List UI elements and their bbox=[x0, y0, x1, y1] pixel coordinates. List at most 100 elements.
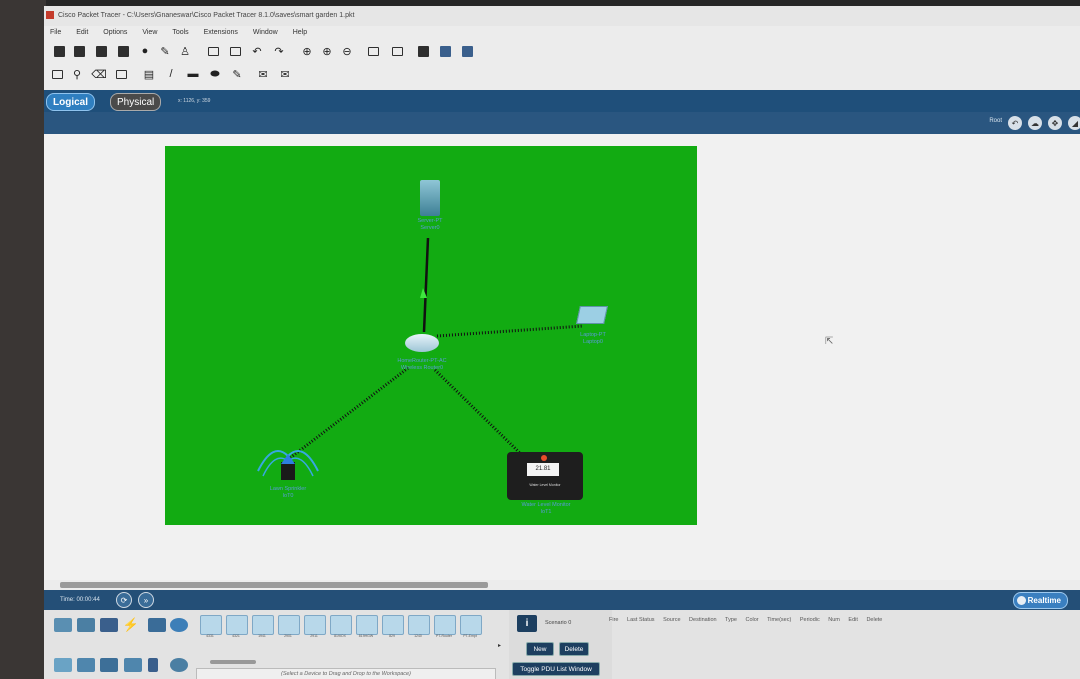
network-devices-icon[interactable] bbox=[54, 618, 72, 632]
menu-options[interactable]: Options bbox=[103, 29, 127, 36]
new-scenario-button[interactable]: New bbox=[526, 642, 554, 656]
zoom-in-icon[interactable]: ⊕ bbox=[300, 44, 314, 58]
wireless-router-icon[interactable] bbox=[405, 334, 439, 352]
wireless-devices-icon[interactable] bbox=[124, 658, 142, 672]
device-1941[interactable] bbox=[252, 615, 274, 635]
connections-icon[interactable]: ⚡ bbox=[123, 617, 139, 632]
components-icon[interactable] bbox=[100, 618, 118, 632]
zoom-reset-icon[interactable]: ⊕ bbox=[320, 44, 334, 58]
zoom-out-icon[interactable]: ⊖ bbox=[340, 44, 354, 58]
server-name: Server0 bbox=[420, 225, 440, 231]
activity-wizard-icon[interactable]: ● bbox=[138, 44, 152, 58]
save-icon[interactable] bbox=[94, 44, 108, 58]
toggle-pdu-list-button[interactable]: Toggle PDU List Window bbox=[512, 662, 600, 676]
new-cluster-icon[interactable]: ☁ bbox=[1028, 116, 1042, 130]
device-4321[interactable] bbox=[226, 615, 248, 635]
draw-rectangle-icon[interactable]: ▬ bbox=[186, 67, 200, 81]
router-label: HomeRouter-PT-AC Wireless Router0 bbox=[383, 358, 461, 372]
back-icon[interactable]: ↶ bbox=[1008, 116, 1022, 130]
miscellaneous-icon[interactable] bbox=[148, 618, 166, 632]
device-2901[interactable] bbox=[278, 615, 300, 635]
wan-emulation-icon[interactable] bbox=[170, 658, 188, 672]
device-1240[interactable] bbox=[408, 615, 430, 635]
power-cycle-icon[interactable]: ⟳ bbox=[116, 592, 132, 608]
laptop-icon[interactable] bbox=[576, 306, 608, 324]
open-folder-icon[interactable] bbox=[72, 44, 86, 58]
copy-icon[interactable] bbox=[206, 44, 220, 58]
tab-logical[interactable]: Logical bbox=[46, 93, 96, 111]
viewport-icon[interactable] bbox=[438, 44, 452, 58]
new-file-icon[interactable] bbox=[52, 44, 66, 58]
undo-icon[interactable]: ↶ bbox=[250, 44, 264, 58]
pdu-col-destination: Destination bbox=[689, 617, 717, 623]
device-pt-empty[interactable] bbox=[460, 615, 482, 635]
scenario-select[interactable]: Scenario 0 bbox=[545, 620, 571, 626]
add-complex-pdu-icon[interactable]: ✉ bbox=[278, 67, 292, 81]
select-icon[interactable] bbox=[50, 67, 64, 81]
device-2911[interactable] bbox=[304, 615, 326, 635]
pdu-col-fire: Fire bbox=[609, 617, 619, 623]
time-bar: Time: 00:00:44 ⟳ » Realtime bbox=[44, 590, 1080, 610]
lawn-sprinkler-icon[interactable] bbox=[253, 436, 323, 486]
realtime-mode-button[interactable]: Realtime bbox=[1012, 592, 1068, 609]
hubs-icon[interactable] bbox=[100, 658, 118, 672]
custom-device-dialog-icon[interactable] bbox=[390, 44, 404, 58]
realtime-icon bbox=[1016, 596, 1026, 605]
tab-logical-label: Logical bbox=[53, 96, 89, 108]
draw-line-icon[interactable]: / bbox=[164, 67, 178, 81]
security-icon[interactable] bbox=[148, 658, 158, 672]
resize-shape-icon[interactable] bbox=[114, 67, 128, 81]
place-note-icon[interactable]: ▤ bbox=[142, 67, 156, 81]
workspace-background: Server-PT Server0 HomeRouter-PT-AC Wirel… bbox=[165, 146, 697, 525]
device-2911-label: 2911 bbox=[310, 634, 318, 638]
server-icon[interactable] bbox=[420, 180, 440, 216]
custom-device-icon[interactable]: ♙ bbox=[178, 44, 192, 58]
end-devices-icon[interactable] bbox=[77, 618, 95, 632]
palette-expand-icon[interactable]: ▸ bbox=[498, 642, 501, 649]
info-icon[interactable]: i bbox=[517, 615, 537, 632]
switches-icon[interactable] bbox=[77, 658, 95, 672]
drawing-palette-icon[interactable] bbox=[366, 44, 380, 58]
horizontal-scrollbar[interactable] bbox=[60, 582, 488, 588]
routers-icon[interactable] bbox=[54, 658, 72, 672]
device-4331[interactable] bbox=[200, 615, 222, 635]
move-object-icon[interactable]: ✥ bbox=[1048, 116, 1062, 130]
device-2901-label: 2901 bbox=[284, 634, 292, 638]
menu-file[interactable]: File bbox=[50, 29, 61, 36]
freeform-icon[interactable]: ✎ bbox=[230, 67, 244, 81]
water-level-monitor-icon[interactable]: 21.81 Water Level Monitor bbox=[507, 452, 583, 500]
fast-forward-icon[interactable]: » bbox=[138, 592, 154, 608]
device-1941-label: 1941 bbox=[258, 634, 266, 638]
tab-physical[interactable]: Physical bbox=[110, 93, 162, 111]
print-icon[interactable] bbox=[116, 44, 130, 58]
menu-view[interactable]: View bbox=[142, 29, 157, 36]
device-819iox[interactable] bbox=[330, 615, 352, 635]
menu-window[interactable]: Window bbox=[253, 29, 278, 36]
delete-icon[interactable]: ⌫ bbox=[91, 67, 107, 81]
device-819hgw[interactable] bbox=[356, 615, 378, 635]
pdu-col-time: Time(sec) bbox=[767, 617, 792, 623]
menu-help[interactable]: Help bbox=[293, 29, 307, 36]
menu-extensions[interactable]: Extensions bbox=[204, 29, 238, 36]
realtime-label: Realtime bbox=[1027, 596, 1061, 605]
env-icon[interactable] bbox=[460, 44, 474, 58]
menu-edit[interactable]: Edit bbox=[76, 29, 88, 36]
redo-icon[interactable]: ↷ bbox=[272, 44, 286, 58]
device-pt-router[interactable] bbox=[434, 615, 456, 635]
logical-workspace[interactable]: Server-PT Server0 HomeRouter-PT-AC Wirel… bbox=[44, 134, 1080, 580]
cluster-icon[interactable] bbox=[416, 44, 430, 58]
draw-ellipse-icon[interactable]: ⬬ bbox=[208, 67, 222, 81]
device-829[interactable] bbox=[382, 615, 404, 635]
delete-scenario-button[interactable]: Delete bbox=[559, 642, 589, 656]
monitor-type: Water Level Monitor bbox=[521, 502, 571, 508]
palette-scrollbar[interactable] bbox=[210, 660, 256, 664]
menu-tools[interactable]: Tools bbox=[172, 29, 188, 36]
device-819hgw-label: 819HGW bbox=[358, 634, 374, 638]
multiuser-icon[interactable] bbox=[170, 618, 188, 632]
paste-icon[interactable] bbox=[228, 44, 242, 58]
network-info-icon[interactable]: ✎ bbox=[158, 44, 172, 58]
viewport-nav-icon[interactable]: ◢ bbox=[1068, 116, 1080, 130]
monitor-bezel-left bbox=[0, 0, 46, 679]
add-simple-pdu-icon[interactable]: ✉ bbox=[256, 67, 270, 81]
inspect-icon[interactable]: ⚲ bbox=[70, 67, 84, 81]
